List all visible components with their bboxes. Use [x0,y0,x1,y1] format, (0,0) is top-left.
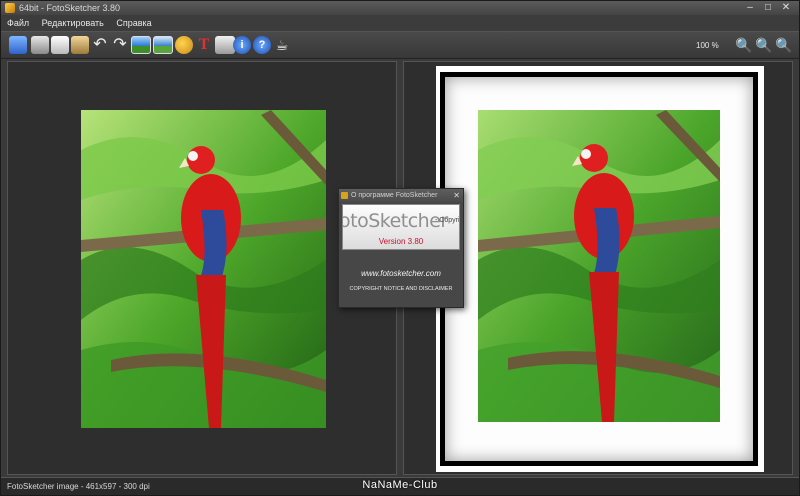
save-icon[interactable] [31,36,49,54]
menu-edit[interactable]: Редактировать [38,15,108,31]
result-photo [478,110,720,422]
fotosketcher-logo: otoSketcher [342,210,448,232]
about-logo-panel: otoSketcher - Copyri Version 3.80 [342,204,460,250]
zoom-fit-icon[interactable]: 🔍 [755,36,773,54]
copyright-fragment: - Copyri [435,217,460,224]
text-icon[interactable]: T [195,36,213,54]
zoom-in-icon[interactable]: 🔍 [775,36,793,54]
about-dialog-close-button[interactable]: ✕ [453,189,460,202]
app-window: 64bit - FotoSketcher 3.80 – □ ✕ Файл Ред… [0,0,800,496]
undo-icon[interactable]: ↶ [91,36,109,54]
info-icon[interactable]: i [233,36,251,54]
title-bar: 64bit - FotoSketcher 3.80 – □ ✕ [1,1,799,15]
redo-icon[interactable]: ↷ [111,36,129,54]
copy-icon[interactable] [51,36,69,54]
window-title: 64bit - FotoSketcher 3.80 [19,3,121,13]
image-icon[interactable] [131,36,151,54]
image-alt-icon[interactable] [153,36,173,54]
zoom-out-icon[interactable]: 🔍 [735,36,753,54]
menu-file[interactable]: Файл [3,15,33,31]
parrot-photo-sketched [478,110,720,422]
app-logo-icon [5,3,15,13]
website-link[interactable]: www.fotosketcher.com [339,269,463,278]
version-label: Version 3.80 [378,237,424,246]
close-button[interactable]: ✕ [777,2,795,14]
help-icon[interactable]: ? [253,36,271,54]
menu-help[interactable]: Справка [112,15,155,31]
zoom-level: 100 % [696,41,719,50]
original-photo [81,110,326,428]
coffee-icon[interactable]: ☕ [273,36,291,54]
minimize-button[interactable]: – [741,2,759,14]
paste-icon[interactable] [71,36,89,54]
print-icon[interactable] [215,36,235,54]
palette-icon[interactable] [175,36,193,54]
parrot-photo-original [81,110,326,428]
dialog-app-icon [341,192,348,199]
about-dialog-titlebar: О программе FotoSketcher ✕ [339,189,463,202]
about-dialog: О программе FotoSketcher ✕ otoSketcher -… [338,188,464,308]
watermark-text: NaNaMe-Club [362,479,438,491]
about-dialog-title: О программе FotoSketcher [351,192,438,199]
menu-bar: Файл Редактировать Справка [1,15,799,31]
open-icon[interactable] [9,36,27,54]
toolbar: ↶ ↷ T i ? ☕ 100 % 🔍 🔍 🔍 [1,31,799,59]
copyright-notice-link[interactable]: COPYRIGHT NOTICE AND DISCLAIMER [339,286,463,292]
maximize-button[interactable]: □ [759,2,777,14]
